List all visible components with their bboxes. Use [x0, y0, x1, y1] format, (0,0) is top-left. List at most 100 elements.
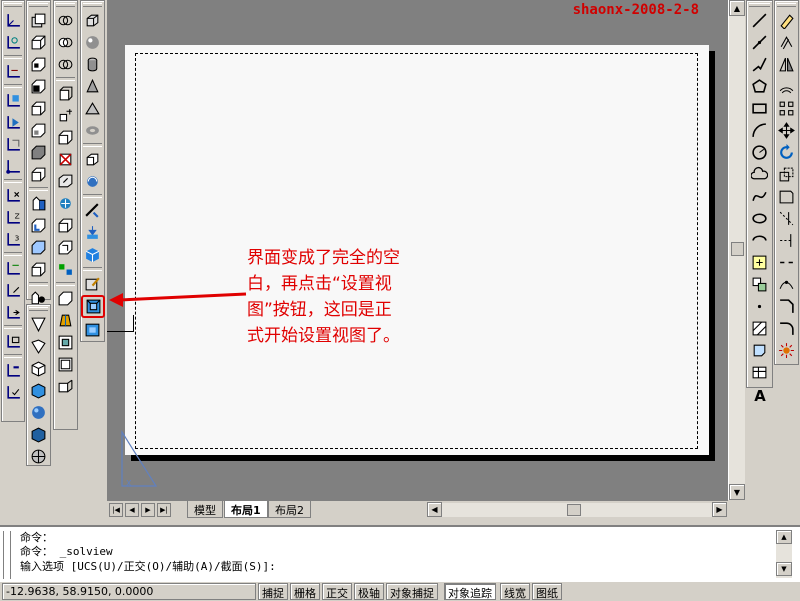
- union-icon[interactable]: [28, 10, 50, 31]
- 3d-face-icon[interactable]: [28, 336, 50, 357]
- setup-profile-icon[interactable]: [82, 244, 104, 265]
- otrack-toggle[interactable]: 对象追踪: [444, 583, 496, 600]
- extrude-icon[interactable]: [55, 83, 77, 104]
- toolbar-grip[interactable]: [4, 3, 22, 7]
- color-face-icon[interactable]: [28, 237, 50, 258]
- insert-block-icon[interactable]: [749, 252, 771, 273]
- surface-box-icon[interactable]: [28, 358, 50, 379]
- setup-profile-view-icon[interactable]: [82, 319, 104, 340]
- paper-model-toggle[interactable]: 图纸: [532, 583, 562, 600]
- join-icon[interactable]: [776, 274, 798, 295]
- scroll-thumb[interactable]: [731, 242, 744, 256]
- move-icon[interactable]: [776, 120, 798, 141]
- move-face-icon[interactable]: [28, 98, 50, 119]
- ellipse-icon[interactable]: [749, 208, 771, 229]
- break-icon[interactable]: [776, 252, 798, 273]
- toolbar-grip[interactable]: [29, 307, 48, 311]
- ucs-x-icon[interactable]: [2, 185, 24, 206]
- solid-profile-icon[interactable]: [55, 288, 77, 309]
- ucs-object-icon[interactable]: [2, 112, 24, 133]
- tab-next-icon[interactable]: ▶: [141, 503, 155, 517]
- copy-solid-icon[interactable]: [55, 376, 77, 397]
- ucs-apply-icon[interactable]: [2, 382, 24, 403]
- hatch-icon[interactable]: [749, 318, 771, 339]
- ucs-z-icon[interactable]: Z: [2, 207, 24, 228]
- tab-prev-icon[interactable]: ◀: [125, 503, 139, 517]
- copy-edges-icon[interactable]: [28, 259, 50, 280]
- revolve-icon[interactable]: [55, 105, 77, 126]
- spline-icon[interactable]: [749, 186, 771, 207]
- fillet-icon[interactable]: [776, 318, 798, 339]
- surface-sphere-icon[interactable]: [28, 402, 50, 423]
- sphere-icon[interactable]: [82, 32, 104, 53]
- toolbar-grip[interactable]: [56, 3, 75, 7]
- line-icon[interactable]: [749, 10, 771, 31]
- offset-icon[interactable]: [776, 76, 798, 97]
- tab-last-icon[interactable]: ▶|: [157, 503, 171, 517]
- toolbar-grip[interactable]: [777, 3, 796, 7]
- command-window[interactable]: 命令： 命令： _solview 输入选项 [UCS(U)/正交(O)/辅助(A…: [0, 525, 800, 581]
- hscroll-thumb[interactable]: [567, 504, 581, 516]
- copy-face-icon[interactable]: [28, 215, 50, 236]
- surface-mesh-icon[interactable]: [28, 446, 50, 467]
- 2d-solid-icon[interactable]: [28, 314, 50, 335]
- trim-icon[interactable]: [776, 208, 798, 229]
- construction-line-icon[interactable]: [749, 32, 771, 53]
- setup-icon[interactable]: [55, 193, 77, 214]
- fillet-solid-icon[interactable]: [55, 237, 77, 258]
- scroll-left-icon[interactable]: ◀: [427, 502, 442, 517]
- extrude-solid-icon[interactable]: [82, 149, 104, 170]
- drawing-area[interactable]: shaonx-2008-2-8 界面变成了完全的空 白，再点击“设置视 图”按钮…: [107, 0, 728, 500]
- grid-toggle[interactable]: 栅格: [290, 583, 320, 600]
- lineweight-toggle[interactable]: 线宽: [500, 583, 530, 600]
- ucs-previous-icon[interactable]: [2, 61, 24, 82]
- cone-icon[interactable]: [82, 76, 104, 97]
- toolbar-grip[interactable]: [749, 3, 770, 7]
- chamfer-icon[interactable]: [776, 296, 798, 317]
- table-icon[interactable]: [749, 362, 771, 383]
- rotate-icon[interactable]: [776, 142, 798, 163]
- check-solid-icon[interactable]: [55, 259, 77, 280]
- coordinate-display[interactable]: -12.9638, 58.9150, 0.0000: [2, 583, 256, 600]
- polygon-icon[interactable]: [749, 76, 771, 97]
- tab-layout1[interactable]: 布局1: [224, 501, 268, 518]
- vertical-scrollbar[interactable]: ▲ ▼: [728, 0, 745, 500]
- union-op-icon[interactable]: [55, 10, 77, 31]
- ucs-z-axis-icon[interactable]: [2, 280, 24, 301]
- command-scrollbar[interactable]: ▲ ▼: [776, 530, 792, 578]
- revision-cloud-icon[interactable]: [749, 164, 771, 185]
- ortho-toggle[interactable]: 正交: [322, 583, 352, 600]
- ucs-move-icon[interactable]: [2, 302, 24, 323]
- wedge-icon[interactable]: [82, 98, 104, 119]
- shell-solid-icon[interactable]: [55, 354, 77, 375]
- intersect-op-icon[interactable]: [55, 54, 77, 75]
- scale-icon[interactable]: [776, 164, 798, 185]
- ucs-manage-icon[interactable]: [2, 331, 24, 352]
- make-block-icon[interactable]: [749, 274, 771, 295]
- taper-face-icon[interactable]: [28, 193, 50, 214]
- interfere-icon[interactable]: [55, 171, 77, 192]
- extrude-face-icon[interactable]: [28, 76, 50, 97]
- taper-icon[interactable]: [55, 310, 77, 331]
- arc-icon[interactable]: [749, 120, 771, 141]
- box-icon[interactable]: [82, 10, 104, 31]
- circle-icon[interactable]: [749, 142, 771, 163]
- ucs-origin-icon[interactable]: [2, 156, 24, 177]
- extend-icon[interactable]: [776, 230, 798, 251]
- ellipse-arc-icon[interactable]: [749, 230, 771, 251]
- toolbar-grip[interactable]: [83, 3, 102, 7]
- region-icon[interactable]: [749, 340, 771, 361]
- subtract-icon[interactable]: [28, 32, 50, 53]
- torus-icon[interactable]: [82, 120, 104, 141]
- ucs-named-icon[interactable]: [2, 360, 24, 381]
- erase-icon[interactable]: [776, 10, 798, 31]
- ucs-icon[interactable]: [2, 10, 24, 31]
- cylinder-icon[interactable]: [82, 54, 104, 75]
- offset-face-icon[interactable]: [28, 120, 50, 141]
- surface-wedge-icon[interactable]: [28, 380, 50, 401]
- stretch-icon[interactable]: [776, 186, 798, 207]
- tab-model[interactable]: 模型: [187, 501, 223, 518]
- slice-icon[interactable]: [55, 127, 77, 148]
- revolve-solid-icon[interactable]: [82, 171, 104, 192]
- array-icon[interactable]: [776, 98, 798, 119]
